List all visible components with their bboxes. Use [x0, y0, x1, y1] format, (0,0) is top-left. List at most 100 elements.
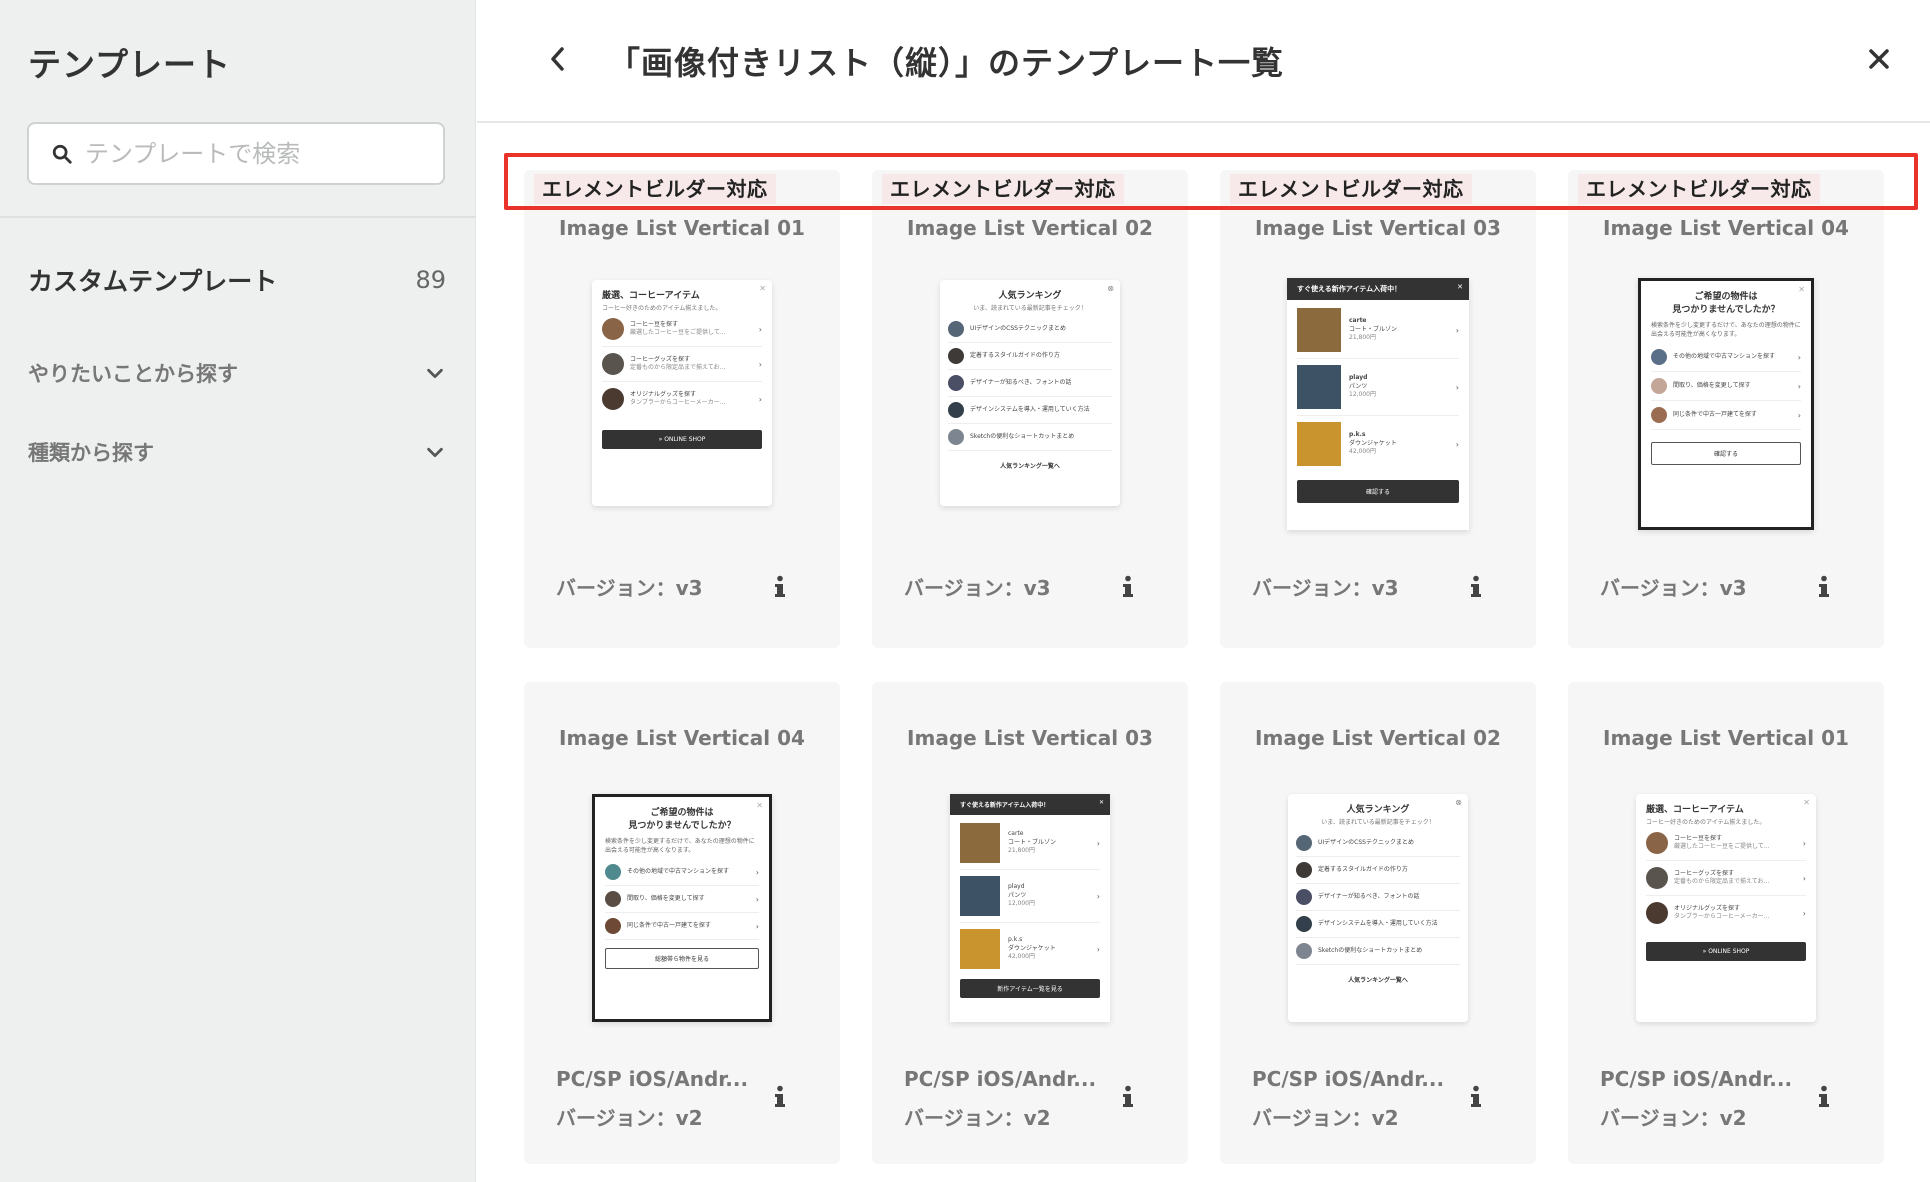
preview-item-desc: 厳選したコーヒー豆をご提供して... [1674, 843, 1770, 850]
back-button[interactable] [543, 44, 573, 74]
preview-item-title: コーヒー豆を探す [630, 320, 679, 328]
preview-title-line2: 見つかりませんでしたか？ [1672, 305, 1780, 315]
preview-close-icon: ✕ [756, 801, 763, 810]
sidebar-divider [0, 216, 476, 218]
info-button[interactable] [1813, 572, 1835, 602]
preview-item-title: 定着するスタイルガイドの作り方 [1318, 865, 1408, 873]
sidebar-title: テンプレート [28, 45, 232, 84]
preview-title: 厳選、コーヒーアイテム [602, 291, 700, 301]
element-builder-badge: エレメントビルダー対応 [1578, 174, 1820, 204]
preview-item-name: パンツ [1008, 891, 1027, 899]
template-card[interactable]: エレメントビルダー対応 Image List Vertical 04 ✕ ご希望… [1568, 170, 1884, 648]
preview-item: 間取り、価格を変更して探す › [605, 886, 759, 913]
template-version: バージョン：v2 [556, 1106, 703, 1130]
preview-item: carte コート・ブルゾン 21,800円 › [960, 817, 1100, 870]
info-button[interactable] [1813, 1082, 1835, 1112]
chevron-right-icon: › [1096, 891, 1100, 901]
template-card[interactable]: エレメントビルダー対応 Image List Vertical 02 ⊗ 人気ラ… [872, 170, 1188, 648]
preview-item: デザイナーが知るべき、フォントの話 [1296, 884, 1460, 911]
template-platform: PC/SP iOS/Andr... [1252, 1067, 1445, 1091]
preview-item: 定着するスタイルガイドの作り方 [1296, 857, 1460, 884]
preview-thumb [1296, 835, 1312, 851]
preview-thumb [602, 318, 624, 340]
info-button[interactable] [1465, 572, 1487, 602]
preview-subtitle: いま、読まれている最新記事をチェック！ [973, 305, 1087, 312]
template-card[interactable]: エレメントビルダー対応 Image List Vertical 01 ✕ 厳選、… [524, 170, 840, 648]
info-button[interactable] [769, 572, 791, 602]
preview-thumb [602, 353, 624, 375]
preview-item: UIデザインのCSSテクニックまとめ [1296, 830, 1460, 857]
preview-brand: carte [1008, 830, 1024, 838]
accordion-by-purpose[interactable]: やりたいことから探す [28, 358, 446, 388]
preview-item: デザインシステムを導入・運用していく方法 [948, 397, 1112, 424]
search-box[interactable] [27, 122, 445, 185]
preview-item: デザインシステムを導入・運用していく方法 [1296, 911, 1460, 938]
template-card[interactable]: エレメントビルダー対応 Image List Vertical 03 すぐ使える… [1220, 170, 1536, 648]
info-button[interactable] [1117, 572, 1139, 602]
template-preview: ✕ 厳選、コーヒーアイテム コーヒー好きのためのアイテム揃えました。 コーヒー豆… [592, 280, 772, 506]
info-icon [1123, 575, 1133, 597]
preview-title: 人気ランキング [1346, 805, 1410, 815]
info-button[interactable] [769, 1082, 791, 1112]
preview-thumb [1646, 867, 1668, 889]
preview-price: 21,800円 [1008, 847, 1035, 855]
sidebar-item-custom-templates[interactable]: カスタムテンプレート 89 [28, 262, 446, 298]
template-card[interactable]: Image List Vertical 03 すぐ使える新作アイテム入荷中！ ✕ … [872, 682, 1188, 1164]
preview-item-title: コーヒーグッズを探す [1674, 869, 1735, 877]
template-card[interactable]: Image List Vertical 01 ✕ 厳選、コーヒーアイテム コーヒ… [1568, 682, 1884, 1164]
info-icon [775, 1085, 785, 1107]
chevron-right-icon: › [1802, 873, 1806, 883]
preview-thumb [948, 348, 964, 364]
template-name: Image List Vertical 01 [1603, 726, 1849, 750]
preview-thumb [1646, 902, 1668, 924]
preview-item: Sketchの便利なショートカットまとめ [1296, 938, 1460, 965]
template-card[interactable]: Image List Vertical 02 ⊗ 人気ランキング いま、読まれて… [1220, 682, 1536, 1164]
sidebar: テンプレート カスタムテンプレート 89 やりたいことから探す 種類から探す [0, 0, 476, 1182]
close-button[interactable] [1864, 44, 1894, 74]
preview-item-title: 間取り、価格を変更して探す [1673, 381, 1751, 389]
element-builder-badge: エレメントビルダー対応 [534, 174, 776, 204]
preview-title-line1: ご希望の物件は [1694, 292, 1758, 302]
preview-header-text: すぐ使える新作アイテム入荷中！ [1297, 285, 1402, 293]
preview-price: 12,000円 [1349, 391, 1376, 399]
info-button[interactable] [1117, 1082, 1139, 1112]
template-version: バージョン：v3 [904, 576, 1051, 600]
preview-item-desc: 定番ものから限定品まで揃えてお... [630, 364, 726, 371]
preview-price: 12,000円 [1008, 900, 1035, 908]
preview-thumb [1651, 378, 1667, 394]
chevron-down-icon [427, 368, 443, 379]
search-input[interactable] [85, 139, 405, 168]
chevron-down-icon [427, 447, 443, 458]
template-card[interactable]: Image List Vertical 04 ✕ ご希望の物件は 見つかりません… [524, 682, 840, 1164]
preview-item-title: オリジナルグッズを探す [1674, 904, 1741, 912]
preview-desc: 検索条件を少し変更するだけで、あなたの理想の物件に出会える可能性が高くなります。 [605, 838, 755, 854]
info-button[interactable] [1465, 1082, 1487, 1112]
preview-thumb [1651, 407, 1667, 423]
preview-thumb [948, 402, 964, 418]
preview-button: 総額帯ら物件を見る [605, 948, 759, 969]
chevron-right-icon: › [755, 894, 759, 904]
info-icon [1819, 575, 1829, 597]
info-icon [1819, 1085, 1829, 1107]
preview-brand: playd [1008, 883, 1025, 891]
preview-thumb [1651, 349, 1667, 365]
template-version: バージョン：v3 [556, 576, 703, 600]
close-icon [1869, 49, 1889, 69]
preview-thumb [605, 891, 621, 907]
preview-item: playd パンツ 12,000円 › [960, 870, 1100, 923]
info-icon [1471, 575, 1481, 597]
preview-brand: playd [1349, 374, 1368, 382]
chevron-right-icon: › [1797, 410, 1801, 420]
app: テンプレート カスタムテンプレート 89 やりたいことから探す 種類から探す 「… [0, 0, 1930, 1182]
template-name: Image List Vertical 03 [907, 726, 1153, 750]
preview-thumb [1296, 862, 1312, 878]
preview-item-name: コート・ブルゾン [1008, 838, 1057, 846]
preview-item-title: Sketchの便利なショートカットまとめ [970, 432, 1075, 440]
accordion-by-type[interactable]: 種類から探す [28, 437, 446, 467]
preview-item-title: Sketchの便利なショートカットまとめ [1318, 946, 1423, 954]
chevron-right-icon: › [1096, 944, 1100, 954]
preview-price: 42,000円 [1008, 953, 1035, 961]
preview-item: デザイナーが知るべき、フォントの話 [948, 370, 1112, 397]
preview-title: 人気ランキング [998, 291, 1062, 301]
preview-thumb [960, 876, 1000, 916]
